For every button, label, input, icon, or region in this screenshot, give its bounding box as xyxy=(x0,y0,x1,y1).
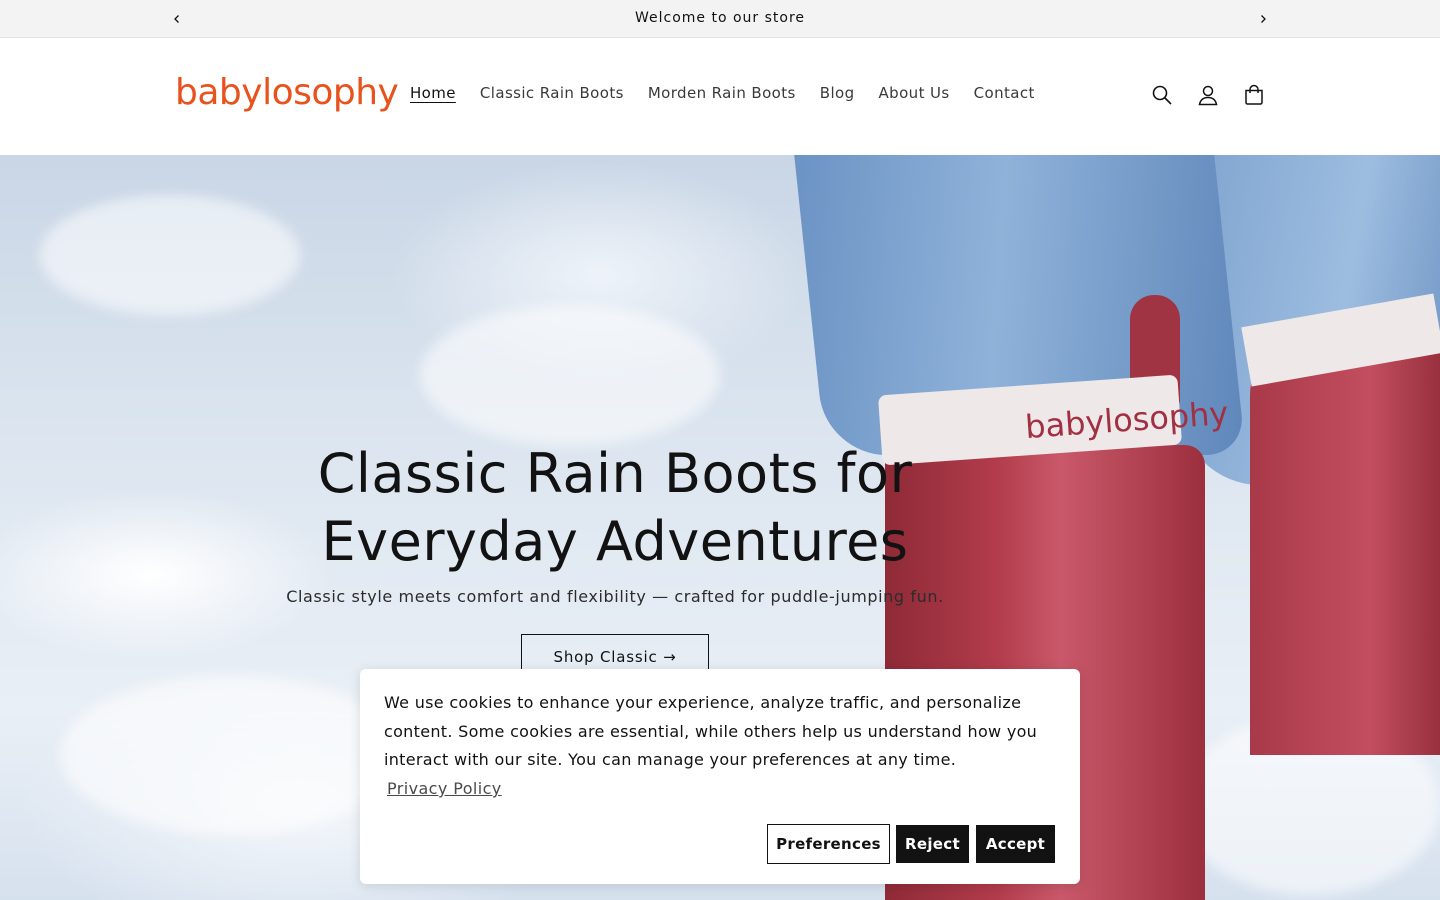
snow-texture xyxy=(420,305,720,445)
privacy-policy-link[interactable]: Privacy Policy xyxy=(387,779,502,798)
search-icon[interactable] xyxy=(1150,83,1174,107)
cookie-banner: We use cookies to enhance your experienc… xyxy=(360,669,1080,884)
accept-button[interactable]: Accept xyxy=(976,825,1055,863)
hero-subtitle: Classic style meets comfort and flexibil… xyxy=(286,587,944,606)
site-header: babylosophy Home Classic Rain Boots Mord… xyxy=(0,39,1440,155)
reject-button[interactable]: Reject xyxy=(896,825,969,863)
nav-item-about-us[interactable]: About Us xyxy=(867,84,962,102)
hero-boot-back xyxy=(1250,335,1440,755)
nav-item-contact[interactable]: Contact xyxy=(962,84,1047,102)
nav-item-classic-rain-boots[interactable]: Classic Rain Boots xyxy=(468,84,636,102)
cookie-text: We use cookies to enhance your experienc… xyxy=(384,693,1038,769)
cart-icon[interactable] xyxy=(1242,83,1266,107)
snow-texture xyxy=(60,675,400,835)
account-icon[interactable] xyxy=(1196,83,1220,107)
snow-texture xyxy=(40,195,300,315)
header-icons xyxy=(1150,83,1266,107)
hero-title: Classic Rain Boots for Everyday Adventur… xyxy=(317,442,913,573)
nav-item-home[interactable]: Home xyxy=(398,84,468,102)
brand-logo[interactable]: babylosophy xyxy=(175,69,399,117)
preferences-button[interactable]: Preferences xyxy=(767,824,890,864)
announcement-bar: Welcome to our store xyxy=(0,0,1440,38)
announcement-text: Welcome to our store xyxy=(634,10,806,26)
nav-item-morden-rain-boots[interactable]: Morden Rain Boots xyxy=(636,84,808,102)
main-nav: Home Classic Rain Boots Morden Rain Boot… xyxy=(398,84,1047,102)
nav-item-blog[interactable]: Blog xyxy=(808,84,867,102)
chevron-right-icon[interactable] xyxy=(1253,9,1273,29)
